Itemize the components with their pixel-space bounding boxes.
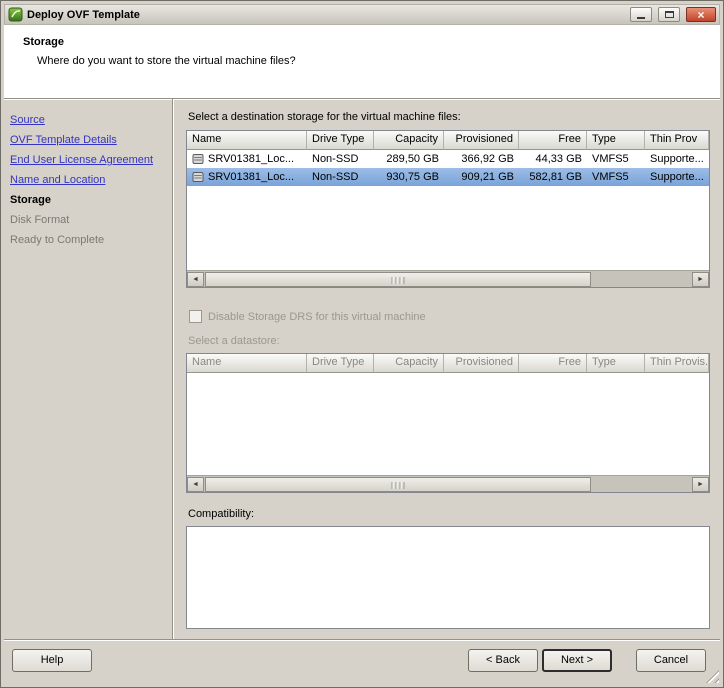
- storage-step-content: Select a destination storage for the vir…: [174, 99, 720, 639]
- table-row-datastore-1[interactable]: SRV01381_Loc... Non-SSD 289,50 GB 366,92…: [187, 150, 709, 168]
- select-datastore-label: Select a datastore:: [188, 335, 710, 347]
- cell-thin-prov: Supporte...: [645, 171, 709, 183]
- table-header-row: Name Drive Type Capacity Provisioned Fre…: [187, 354, 709, 373]
- compatibility-label: Compatibility:: [188, 508, 710, 520]
- scroll-left-icon[interactable]: ◄: [187, 272, 204, 287]
- window-title: Deploy OVF Template: [27, 9, 624, 21]
- sidebar-item-ovf-details[interactable]: OVF Template Details: [10, 133, 168, 148]
- column-header-name[interactable]: Name: [187, 131, 307, 150]
- scrollbar-grip-icon: [392, 482, 405, 489]
- back-button[interactable]: < Back: [468, 649, 538, 672]
- cell-free: 582,81 GB: [519, 171, 587, 183]
- scroll-left-icon[interactable]: ◄: [187, 477, 204, 492]
- sidebar-item-eula[interactable]: End User License Agreement: [10, 153, 168, 168]
- maximize-icon: [665, 11, 674, 18]
- dialog-footer: Help < Back Next > Cancel: [4, 639, 720, 684]
- disable-storage-drs-row: Disable Storage DRS for this virtual mac…: [189, 310, 710, 323]
- sidebar-item-ready: Ready to Complete: [10, 233, 168, 248]
- table-row-datastore-2-selected[interactable]: SRV01381_Loc... Non-SSD 930,75 GB 909,21…: [187, 168, 709, 186]
- column-header-thin-prov: Thin Provis...: [645, 354, 709, 373]
- cell-thin-prov: Supporte...: [645, 153, 709, 165]
- maximize-button[interactable]: [658, 7, 680, 22]
- vsphere-app-icon: [8, 7, 23, 22]
- minimize-button[interactable]: [630, 7, 652, 22]
- cell-type: VMFS5: [587, 153, 645, 165]
- column-header-type: Type: [587, 354, 645, 373]
- destination-storage-label: Select a destination storage for the vir…: [188, 111, 710, 123]
- page-subtitle: Where do you want to store the virtual m…: [37, 55, 720, 67]
- wizard-steps-sidebar: Source OVF Template Details End User Lic…: [4, 99, 172, 639]
- column-header-name: Name: [187, 354, 307, 373]
- next-button[interactable]: Next >: [542, 649, 612, 672]
- column-header-provisioned: Provisioned: [444, 354, 519, 373]
- page-title: Storage: [23, 36, 720, 48]
- column-header-drive-type[interactable]: Drive Type: [307, 131, 374, 150]
- table-body-empty: [187, 373, 709, 475]
- scroll-right-icon[interactable]: ►: [692, 477, 709, 492]
- cell-capacity: 930,75 GB: [374, 171, 444, 183]
- table-body: SRV01381_Loc... Non-SSD 289,50 GB 366,92…: [187, 150, 709, 270]
- sidebar-item-name-location[interactable]: Name and Location: [10, 173, 168, 188]
- sidebar-item-storage: Storage: [10, 193, 168, 208]
- minimize-icon: [637, 17, 645, 19]
- cell-provisioned: 909,21 GB: [444, 171, 519, 183]
- deploy-ovf-template-dialog: Deploy OVF Template × Storage Where do y…: [0, 0, 724, 688]
- cell-free: 44,33 GB: [519, 153, 587, 165]
- column-header-drive-type: Drive Type: [307, 354, 374, 373]
- table-header-row: Name Drive Type Capacity Provisioned Fre…: [187, 131, 709, 150]
- cell-capacity: 289,50 GB: [374, 153, 444, 165]
- scrollbar-thumb[interactable]: [205, 272, 591, 287]
- cell-drive-type: Non-SSD: [307, 171, 374, 183]
- cell-name: SRV01381_Loc...: [187, 171, 307, 183]
- sidebar-item-disk-format: Disk Format: [10, 213, 168, 228]
- wizard-header: Storage Where do you want to store the v…: [4, 25, 720, 99]
- sidebar-item-source[interactable]: Source: [10, 113, 168, 128]
- column-header-thin-prov[interactable]: Thin Prov: [645, 131, 709, 150]
- datastore-icon: [192, 171, 204, 183]
- column-header-free: Free: [519, 354, 587, 373]
- cell-provisioned: 366,92 GB: [444, 153, 519, 165]
- column-header-capacity: Capacity: [374, 354, 444, 373]
- close-button[interactable]: ×: [686, 7, 716, 22]
- compatibility-box: [186, 526, 710, 629]
- scroll-right-icon[interactable]: ►: [692, 272, 709, 287]
- scrollbar-thumb[interactable]: [205, 477, 591, 492]
- scrollbar-grip-icon: [392, 277, 405, 284]
- title-bar[interactable]: Deploy OVF Template ×: [4, 4, 720, 25]
- help-button[interactable]: Help: [12, 649, 92, 672]
- column-header-free[interactable]: Free: [519, 131, 587, 150]
- disable-storage-drs-label: Disable Storage DRS for this virtual mac…: [208, 311, 426, 323]
- cell-drive-type: Non-SSD: [307, 153, 374, 165]
- column-header-provisioned[interactable]: Provisioned: [444, 131, 519, 150]
- datastore-table: Name Drive Type Capacity Provisioned Fre…: [186, 353, 710, 493]
- horizontal-scrollbar[interactable]: ◄ ►: [187, 270, 709, 287]
- cell-name: SRV01381_Loc...: [187, 153, 307, 165]
- datastore-icon: [192, 153, 204, 165]
- wizard-body: Source OVF Template Details End User Lic…: [4, 99, 720, 639]
- destination-storage-table: Name Drive Type Capacity Provisioned Fre…: [186, 130, 710, 288]
- column-header-capacity[interactable]: Capacity: [374, 131, 444, 150]
- close-icon: ×: [697, 10, 704, 20]
- cell-type: VMFS5: [587, 171, 645, 183]
- disable-storage-drs-checkbox: [189, 310, 202, 323]
- horizontal-scrollbar[interactable]: ◄ ►: [187, 475, 709, 492]
- column-header-type[interactable]: Type: [587, 131, 645, 150]
- cancel-button[interactable]: Cancel: [636, 649, 706, 672]
